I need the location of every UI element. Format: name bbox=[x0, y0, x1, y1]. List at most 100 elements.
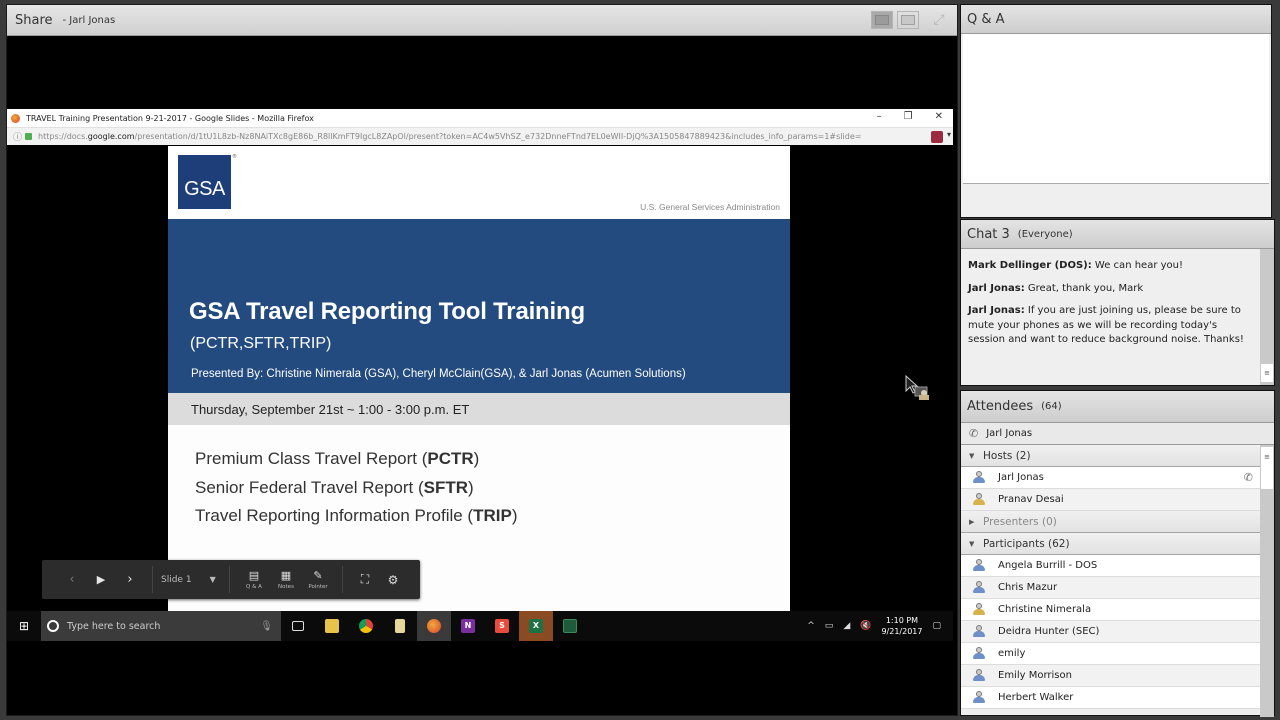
info-icon[interactable]: ⓘ bbox=[13, 130, 22, 143]
chat-text: We can hear you! bbox=[1091, 260, 1183, 271]
item-text: Premium Class Travel Report ( bbox=[195, 449, 428, 468]
attendee-scrollbar[interactable]: ≡ bbox=[1260, 445, 1274, 717]
chat-pod: Chat 3 (Everyone) Mark Dellinger (DOS): … bbox=[960, 219, 1275, 386]
taskbar-app-file-explorer[interactable] bbox=[315, 611, 349, 641]
taskbar-app-chrome[interactable] bbox=[349, 611, 383, 641]
fullscreen-icon[interactable]: ⛶ bbox=[351, 572, 379, 587]
slide-header: GSA ® U.S. General Services Administrati… bbox=[168, 146, 790, 219]
chat-sender: Mark Dellinger (DOS): bbox=[968, 260, 1092, 271]
presentation-slide: GSA ® U.S. General Services Administrati… bbox=[168, 146, 790, 612]
url-path: /presentation/d/1tU1L8zb-Nz8NAiTXc8gE86b… bbox=[134, 132, 862, 141]
action-center-icon[interactable]: ▢ bbox=[932, 621, 941, 631]
attendee-list: ▼ Hosts (2) Jarl Jonas ✆ Pranav Desai ▶ … bbox=[961, 445, 1274, 717]
item-close: ) bbox=[473, 449, 480, 468]
attendee-row[interactable]: Emily Morrison bbox=[961, 665, 1261, 687]
attendee-name: Angela Burrill - DOS bbox=[998, 560, 1098, 571]
slide-title-band: GSA Travel Reporting Tool Training (PCTR… bbox=[168, 219, 790, 393]
slide-select-value: Slide 1 bbox=[161, 574, 192, 585]
firefox-icon bbox=[11, 113, 20, 123]
item-close: ) bbox=[468, 477, 474, 497]
attendee-name: Jarl Jonas bbox=[998, 472, 1044, 483]
pointer-icon: ✎ bbox=[313, 569, 323, 582]
chat-message: Mark Dellinger (DOS): We can hear you! bbox=[968, 259, 1254, 274]
attendee-row[interactable]: Herbert Walker bbox=[961, 687, 1261, 709]
gear-icon[interactable]: ⚙ bbox=[379, 573, 407, 587]
cortana-icon bbox=[47, 620, 59, 632]
attendee-name: Deidra Hunter (SEC) bbox=[998, 626, 1100, 637]
fullscreen-icon[interactable]: ⤢ bbox=[929, 11, 949, 29]
minimize-button[interactable]: – bbox=[877, 111, 882, 122]
windows-start-icon[interactable]: ⊞ bbox=[7, 619, 41, 633]
onenote-icon: N bbox=[461, 619, 475, 633]
firefox-window-title: TRAVEL Training Presentation 9-21-2017 -… bbox=[26, 113, 314, 123]
participant-icon bbox=[973, 669, 985, 682]
phone-icon[interactable]: ✆ bbox=[969, 427, 978, 440]
attendee-row[interactable]: Pranav Desai bbox=[961, 489, 1261, 511]
play-button[interactable]: ▶ bbox=[86, 573, 116, 586]
mouse-cursor-icon bbox=[905, 374, 929, 400]
attendee-row[interactable]: Deidra Hunter (SEC) bbox=[961, 621, 1261, 643]
actual-size-button[interactable] bbox=[897, 11, 919, 29]
group-participants[interactable]: ▼ Participants (62) bbox=[961, 533, 1261, 555]
attendee-row[interactable]: emily bbox=[961, 643, 1261, 665]
chevron-up-icon[interactable]: ^ bbox=[807, 621, 815, 631]
item-text: Travel Reporting Information Profile ( bbox=[195, 506, 474, 525]
taskbar-search[interactable]: Type here to search 🎙 bbox=[41, 611, 281, 641]
item-abbr: PCTR bbox=[427, 449, 474, 468]
attendee-name: Emily Morrison bbox=[998, 670, 1072, 681]
fit-to-window-button[interactable] bbox=[871, 11, 893, 29]
url-bar[interactable]: ⓘ https://docs.google.com/presentation/d… bbox=[7, 127, 953, 145]
scrollbar-thumb[interactable]: ≡ bbox=[1261, 447, 1273, 489]
fit-to-window-icon bbox=[875, 15, 889, 25]
notes-icon: ▦ bbox=[280, 569, 292, 582]
slide-list-item: Premium Class Travel Report (PCTR) bbox=[195, 445, 790, 474]
clock[interactable]: 1:10 PM 9/21/2017 bbox=[881, 615, 922, 637]
taskbar-app-onenote[interactable]: N bbox=[451, 611, 485, 641]
next-slide-button[interactable]: › bbox=[116, 572, 144, 587]
attendee-row[interactable]: Angela Burrill - DOS bbox=[961, 555, 1261, 577]
scrollbar-thumb[interactable]: ≡ bbox=[1261, 364, 1273, 382]
volume-muted-icon[interactable]: 🔇 bbox=[860, 621, 871, 631]
pointer-label: Pointer bbox=[308, 584, 328, 590]
host-icon bbox=[973, 493, 985, 506]
battery-icon[interactable]: ▭ bbox=[825, 621, 834, 631]
taskbar-app-excel-2[interactable] bbox=[553, 611, 587, 641]
url-text[interactable]: https://docs.google.com/presentation/d/1… bbox=[38, 132, 918, 141]
slide-select[interactable]: Slide 1 ▼ bbox=[161, 575, 221, 585]
adobe-connect-room: Share - Jarl Jonas ⤢ TRAVEL Training Pre… bbox=[0, 0, 1280, 720]
group-label: Participants (62) bbox=[983, 537, 1070, 550]
extension-icon[interactable] bbox=[931, 131, 943, 143]
wifi-icon[interactable]: ◢ bbox=[843, 621, 850, 631]
chevron-down-icon[interactable]: ▾ bbox=[947, 130, 951, 139]
group-presenters[interactable]: ▶ Presenters (0) bbox=[961, 511, 1261, 533]
qa-button[interactable]: ▤ Q & A bbox=[238, 565, 270, 595]
expanded-triangle-icon: ▼ bbox=[969, 539, 975, 548]
attendee-self[interactable]: ✆ Jarl Jonas bbox=[961, 423, 1274, 445]
divider bbox=[342, 566, 343, 593]
pointer-button[interactable]: ✎ Pointer bbox=[302, 565, 334, 595]
participant-icon bbox=[973, 691, 985, 704]
previous-slide-button[interactable]: ‹ bbox=[58, 572, 86, 587]
taskbar-app-excel[interactable]: X bbox=[519, 611, 553, 641]
qa-question-list[interactable] bbox=[963, 34, 1269, 184]
chat-scrollbar[interactable]: ≡ bbox=[1260, 249, 1274, 385]
lock-icon bbox=[25, 133, 33, 140]
taskbar-app-s[interactable]: S bbox=[485, 611, 519, 641]
folder-icon bbox=[325, 619, 339, 633]
restore-button[interactable]: ❐ bbox=[904, 111, 913, 122]
notes-button[interactable]: ▦ Notes bbox=[270, 565, 302, 595]
chat-pod-title: Chat 3 bbox=[967, 226, 1010, 242]
attendee-row[interactable]: Christine Nimerala bbox=[961, 599, 1261, 621]
slide-date: Thursday, September 21st ~ 1:00 - 3:00 p… bbox=[191, 401, 470, 417]
attendee-row[interactable]: Chris Mazur bbox=[961, 577, 1261, 599]
item-abbr: SFTR bbox=[423, 477, 469, 497]
group-hosts[interactable]: ▼ Hosts (2) bbox=[961, 445, 1261, 467]
close-button[interactable]: ✕ bbox=[935, 111, 943, 122]
slide-list-item: Senior Federal Travel Report (SFTR) bbox=[195, 474, 790, 503]
taskbar-app-files[interactable] bbox=[383, 611, 417, 641]
task-view-button[interactable] bbox=[281, 611, 315, 641]
taskbar-app-firefox[interactable] bbox=[417, 611, 451, 641]
microphone-icon[interactable]: 🎙 bbox=[260, 621, 273, 632]
attendee-row[interactable]: Jarl Jonas ✆ bbox=[961, 467, 1261, 489]
chat-text: Great, thank you, Mark bbox=[1024, 282, 1144, 294]
